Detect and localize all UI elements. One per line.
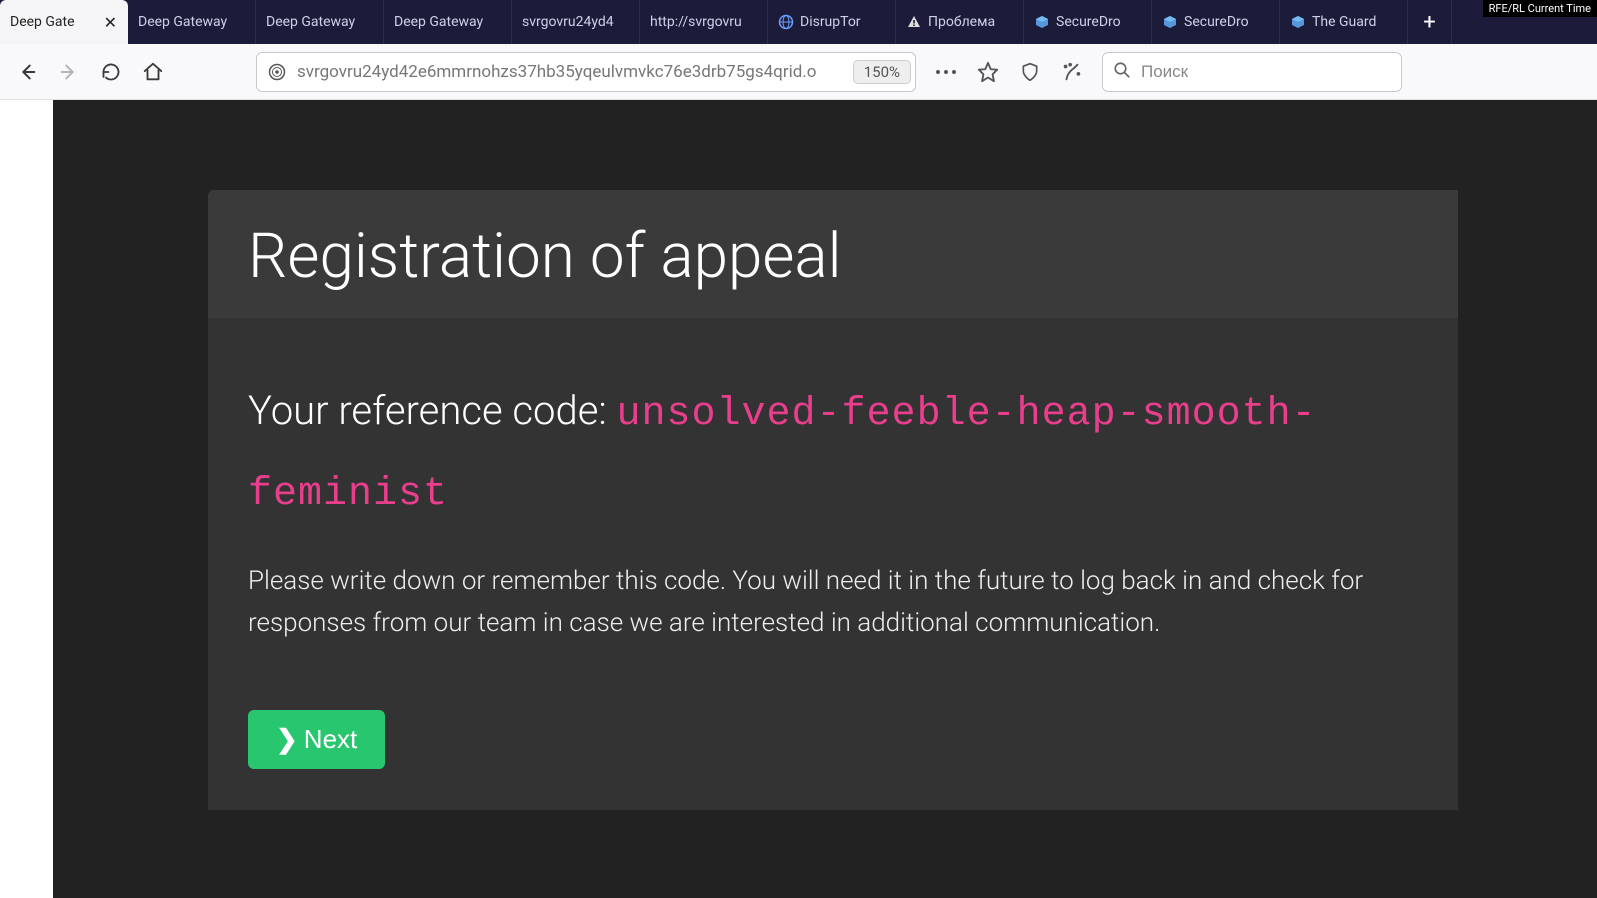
tab-label: DisrupTor — [800, 14, 861, 30]
tab-deep-gateway-3[interactable]: Deep Gateway — [256, 0, 384, 44]
chevron-right-icon: ❯ — [276, 724, 298, 755]
cube-icon — [1290, 14, 1306, 30]
card-body: Your reference code: unsolved-feeble-hea… — [208, 318, 1458, 799]
card-header: Registration of appeal — [208, 190, 1458, 318]
tab-label: Deep Gateway — [266, 14, 355, 30]
tab-label: Deep Gateway — [138, 14, 227, 30]
zoom-level-badge[interactable]: 150% — [853, 60, 911, 84]
tab-label: The Guard — [1312, 14, 1376, 30]
tab-http-svrgovru[interactable]: http://svrgovru — [640, 0, 768, 44]
close-icon[interactable]: ✕ — [98, 13, 117, 32]
tab-label: http://svrgovru — [650, 14, 742, 30]
toolbar: svrgovru24yd42e6mmrnohzs37hb35yqeulvmvkc… — [0, 44, 1597, 100]
tab-label: svrgovru24yd4 — [522, 14, 614, 30]
tab-securedrop-1[interactable]: SecureDro — [1024, 0, 1152, 44]
tab-label: Deep Gateway — [394, 14, 483, 30]
cube-icon — [1034, 14, 1050, 30]
page-actions-menu[interactable] — [930, 56, 962, 88]
forward-button[interactable] — [52, 55, 86, 89]
onion-site-icon[interactable] — [267, 62, 287, 82]
tab-bar: Deep Gate ✕ Deep Gateway Deep Gateway De… — [0, 0, 1597, 44]
tab-deep-gateway-4[interactable]: Deep Gateway — [384, 0, 512, 44]
tab-svrgovru[interactable]: svrgovru24yd4 — [512, 0, 640, 44]
tab-deep-gateway-active[interactable]: Deep Gate ✕ — [0, 0, 128, 44]
search-input[interactable] — [1141, 62, 1391, 82]
tab-disruptor[interactable]: DisrupTor — [768, 0, 896, 44]
content-card: Registration of appeal Your reference co… — [208, 190, 1458, 810]
bookmark-star-icon[interactable] — [972, 56, 1004, 88]
tab-problem[interactable]: Проблема — [896, 0, 1024, 44]
page-viewport: Registration of appeal Your reference co… — [0, 100, 1597, 898]
reference-code-label: Your reference code: — [248, 387, 617, 434]
cube-icon — [1162, 14, 1178, 30]
page-title: Registration of appeal — [248, 220, 1418, 293]
tab-label: SecureDro — [1056, 14, 1121, 30]
reload-button[interactable] — [94, 55, 128, 89]
reference-code-line: Your reference code: unsolved-feeble-hea… — [248, 373, 1418, 533]
url-text[interactable]: svrgovru24yd42e6mmrnohzs37hb35yqeulvmvkc… — [297, 62, 843, 82]
watermark: RFE/RL Current Time — [1483, 0, 1597, 17]
search-icon — [1113, 61, 1131, 83]
instructions-text: Please write down or remember this code.… — [248, 561, 1418, 644]
card-footer: ❯ Next — [248, 710, 1418, 769]
tab-label: Deep Gate — [10, 14, 75, 30]
tab-deep-gateway-2[interactable]: Deep Gateway — [128, 0, 256, 44]
tab-the-guardian[interactable]: The Guard — [1280, 0, 1408, 44]
shield-icon[interactable] — [1014, 56, 1046, 88]
tab-label: SecureDro — [1184, 14, 1249, 30]
tab-securedrop-2[interactable]: SecureDro — [1152, 0, 1280, 44]
page-body: Registration of appeal Your reference co… — [53, 100, 1597, 898]
url-bar[interactable]: svrgovru24yd42e6mmrnohzs37hb35yqeulvmvkc… — [256, 52, 916, 92]
plus-icon: + — [1423, 10, 1435, 35]
back-button[interactable] — [10, 55, 44, 89]
home-button[interactable] — [136, 55, 170, 89]
warning-icon — [906, 14, 922, 30]
new-identity-icon[interactable] — [1056, 56, 1088, 88]
search-bar[interactable] — [1102, 52, 1402, 92]
next-button-label: Next — [304, 724, 357, 755]
next-button[interactable]: ❯ Next — [248, 710, 385, 769]
tab-label: Проблема — [928, 14, 995, 30]
new-tab-button[interactable]: + — [1408, 0, 1452, 44]
gutter — [0, 100, 53, 898]
globe-icon — [778, 14, 794, 30]
